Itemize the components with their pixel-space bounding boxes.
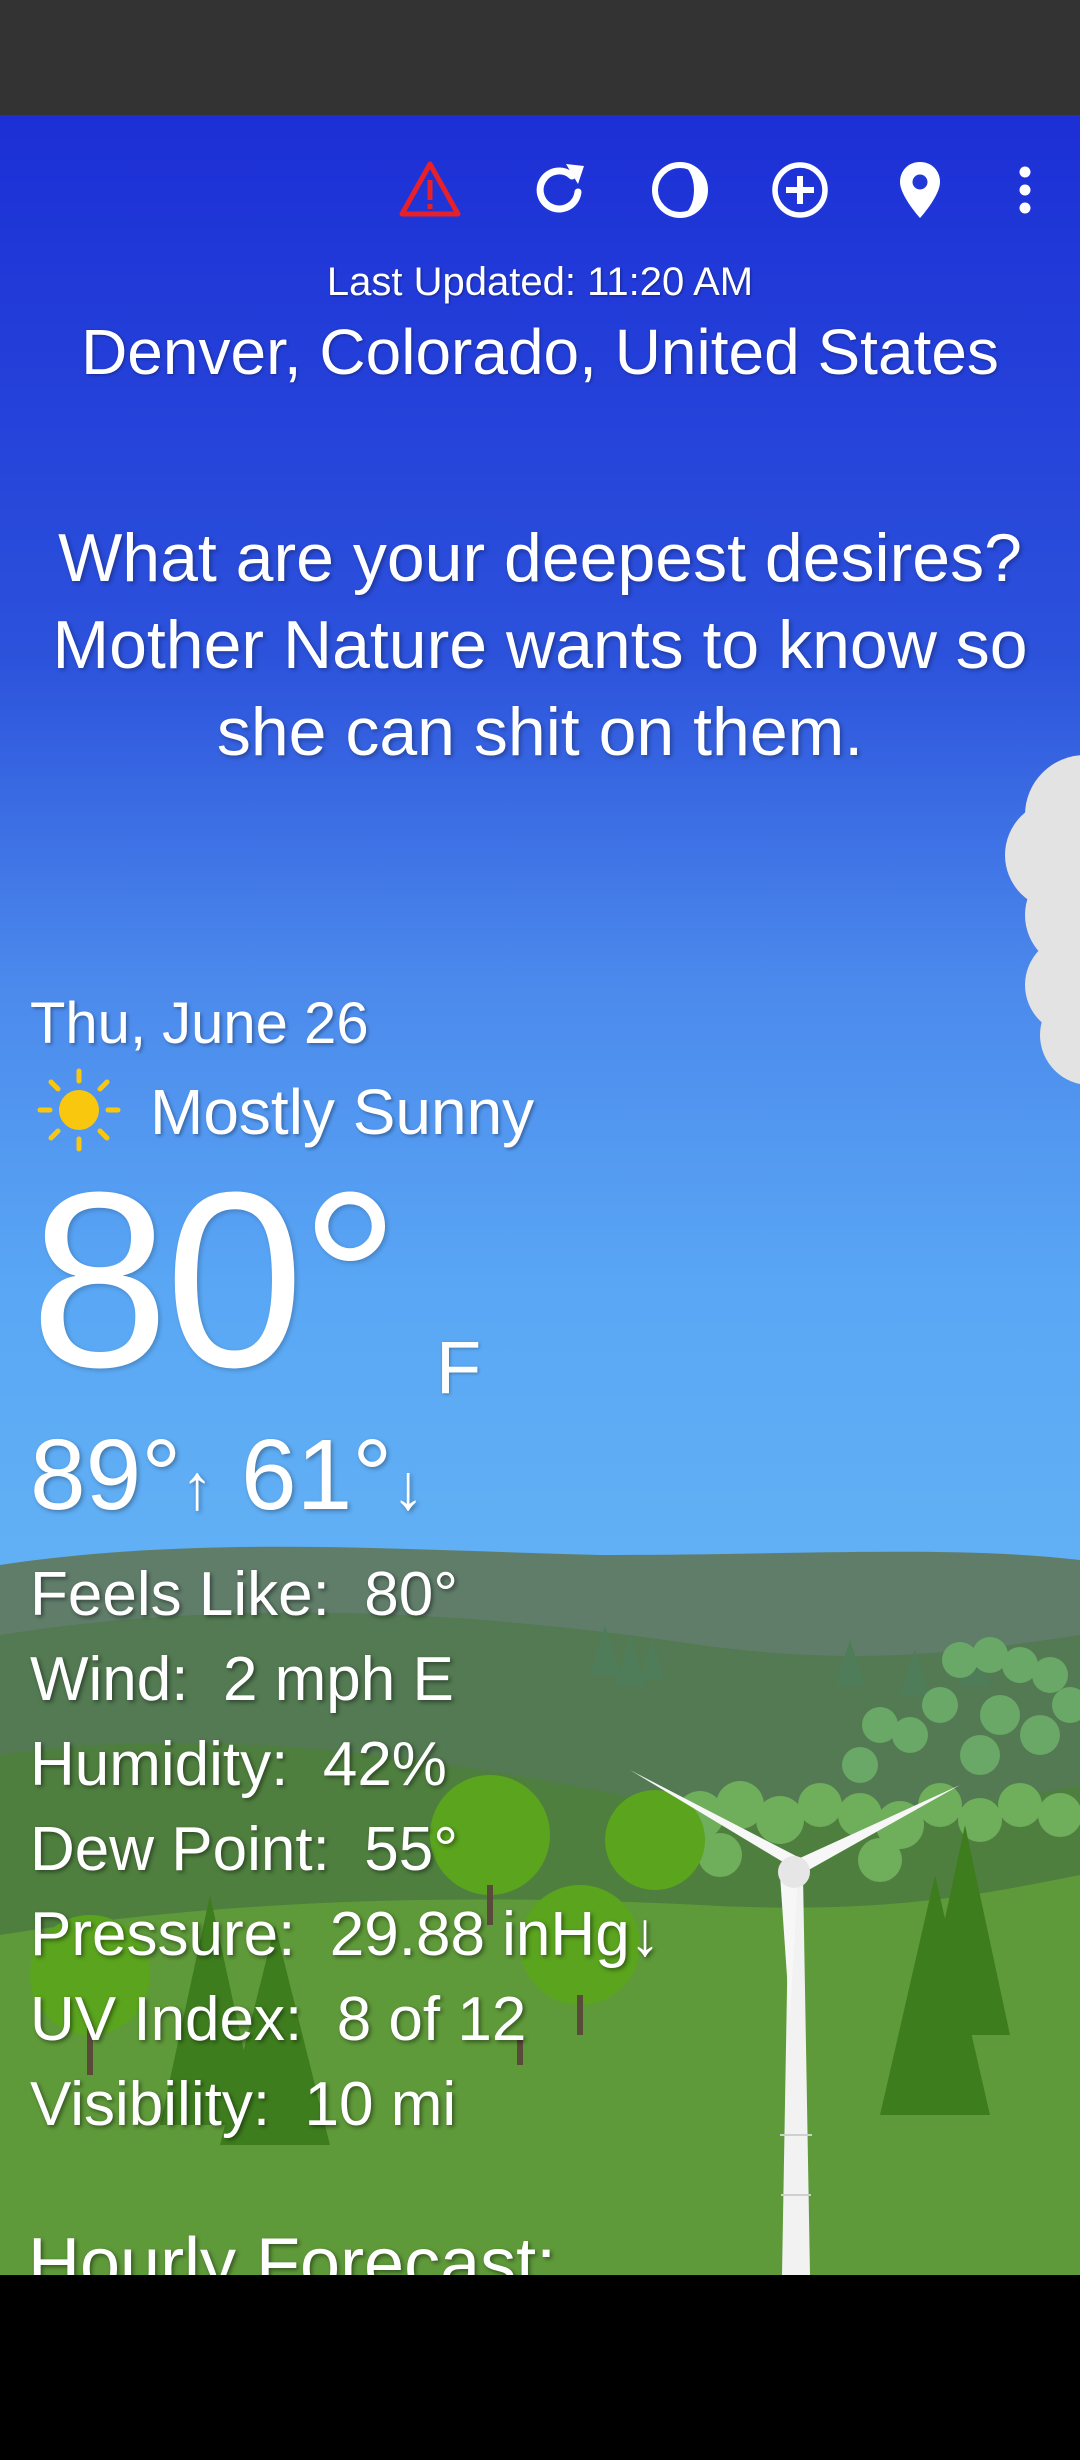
- forecast-date: Thu, June 26: [30, 991, 369, 1056]
- status-bar: [0, 0, 1080, 115]
- detail-label: Visibility:: [30, 2070, 271, 2139]
- high-temperature: 89°: [30, 1419, 182, 1531]
- arrow-up-icon: ↑: [181, 1451, 214, 1523]
- detail-value: 29.88 inHg↓: [329, 1900, 661, 1969]
- location-pin-icon[interactable]: [885, 155, 955, 225]
- weather-details: Feels Like: 80° Wind: 2 mph E Humidity: …: [30, 1552, 661, 2147]
- cloud: [1005, 755, 1080, 1084]
- location-name[interactable]: Denver, Colorado, United States: [0, 315, 1080, 389]
- hourly-forecast-heading: Hourly Forecast:: [28, 2224, 557, 2275]
- weather-quote: What are your deepest desires? Mother Na…: [52, 520, 1028, 770]
- detail-wind: Wind: 2 mph E: [30, 1637, 661, 1722]
- current-temperature: 80°: [30, 1140, 400, 1419]
- detail-dew-point: Dew Point: 55°: [30, 1807, 661, 1892]
- detail-value: 55°: [364, 1815, 459, 1884]
- detail-label: Dew Point:: [30, 1815, 330, 1884]
- detail-label: Feels Like:: [30, 1560, 330, 1629]
- temperature-unit[interactable]: F: [436, 1325, 481, 1410]
- detail-uv-index: UV Index: 8 of 12: [30, 1977, 661, 2062]
- add-location-icon[interactable]: [765, 155, 835, 225]
- detail-visibility: Visibility: 10 mi: [30, 2062, 661, 2147]
- alert-icon[interactable]: [395, 155, 465, 225]
- detail-value: 8 of 12: [336, 1985, 527, 2054]
- detail-pressure: Pressure: 29.88 inHg↓: [30, 1892, 661, 1977]
- detail-label: UV Index:: [30, 1985, 303, 2054]
- navigation-bar: [0, 2275, 1080, 2460]
- more-icon[interactable]: [990, 155, 1060, 225]
- detail-value: 10 mi: [304, 2070, 457, 2139]
- detail-label: Pressure:: [30, 1900, 296, 1969]
- detail-value: 42%: [322, 1730, 447, 1799]
- detail-value: 80°: [364, 1560, 459, 1629]
- condition-text: Mostly Sunny: [150, 1076, 535, 1148]
- detail-humidity: Humidity: 42%: [30, 1722, 661, 1807]
- arrow-down-icon: ↓: [392, 1451, 425, 1523]
- detail-value: 2 mph E: [222, 1645, 454, 1714]
- high-low-temperature: 89°↑ 61°↓: [30, 1418, 424, 1533]
- refresh-icon[interactable]: [525, 155, 595, 225]
- detail-label: Humidity:: [30, 1730, 289, 1799]
- detail-label: Wind:: [30, 1645, 189, 1714]
- low-temperature: 61°: [241, 1419, 393, 1531]
- theme-icon[interactable]: [645, 155, 715, 225]
- weather-screen: Last Updated: 11:20 AM Denver, Colorado,…: [0, 115, 1080, 2275]
- last-updated-text: Last Updated: 11:20 AM: [326, 260, 754, 304]
- detail-feels-like: Feels Like: 80°: [30, 1552, 661, 1637]
